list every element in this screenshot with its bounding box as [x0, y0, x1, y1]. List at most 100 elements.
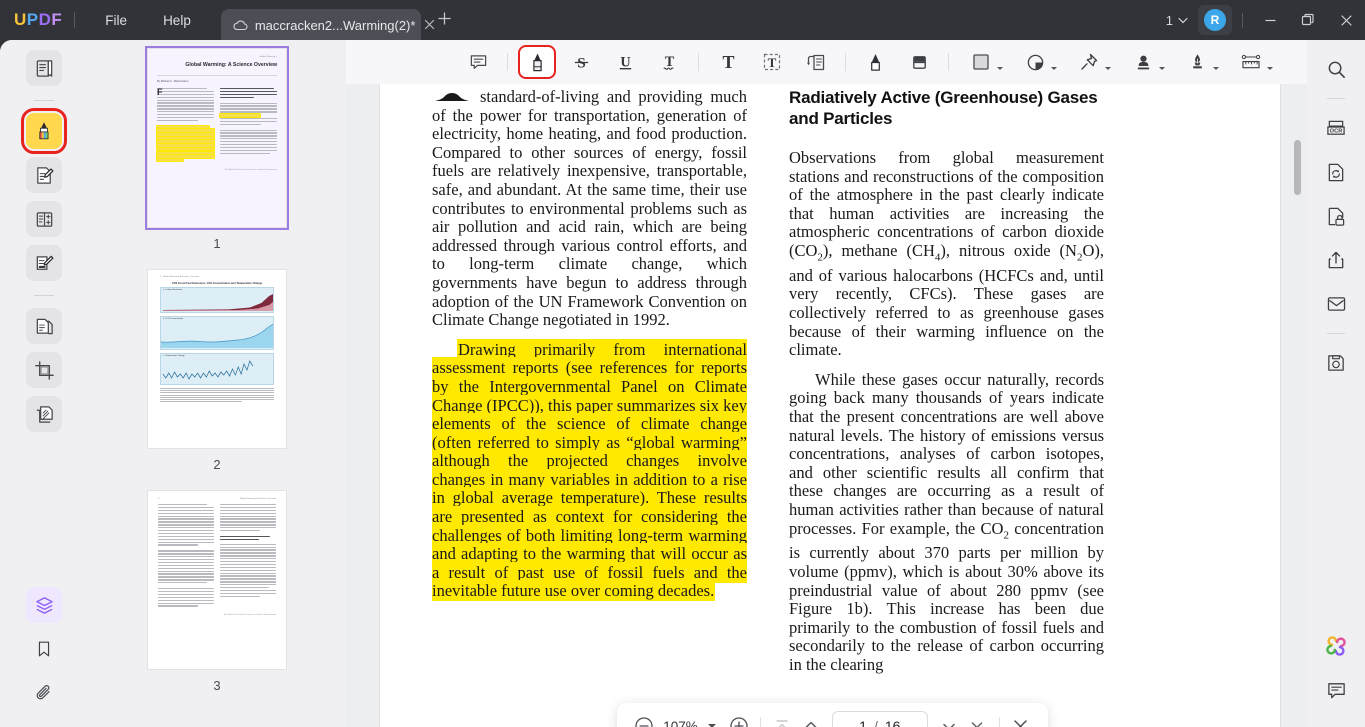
page-number-field[interactable]: 1 / 16: [832, 711, 928, 727]
thumbnail-panel[interactable]: Global Warming 1 Global Warming: A Scien…: [88, 40, 346, 727]
text-tool[interactable]: T: [711, 47, 745, 77]
thumbnail-right-col: [220, 88, 277, 163]
thumbnail-item-3[interactable]: 3Global Warming: A Science Overview: [88, 490, 346, 693]
window-count-value: 1: [1166, 13, 1173, 28]
text-box-tool[interactable]: T: [755, 47, 789, 77]
edit-pdf-button[interactable]: [26, 157, 62, 193]
thumbnail-item-2[interactable]: 2 Global Warming: A Science Overview CO2…: [88, 269, 346, 472]
underline-tool[interactable]: U: [608, 47, 642, 77]
last-page-button[interactable]: [964, 711, 991, 727]
zoom-level-value[interactable]: 107%: [660, 719, 702, 727]
crop-page-button[interactable]: [26, 352, 62, 388]
chevron-down-icon[interactable]: [997, 67, 1003, 70]
minimize-button[interactable]: [1251, 0, 1289, 40]
pin-tool[interactable]: [1069, 47, 1113, 77]
thumbnail-item-1[interactable]: Global Warming 1 Global Warming: A Scien…: [88, 48, 346, 251]
paragraph-3-b: ), methane (CH: [823, 241, 935, 260]
share-button[interactable]: [1319, 243, 1353, 277]
page-separator: /: [874, 718, 878, 727]
pdf-page-1[interactable]: standard-of-living and providing much of…: [380, 84, 1280, 727]
attachments-panel-button[interactable]: [26, 675, 62, 711]
toolbar-divider-2: [698, 53, 699, 71]
page-navigation-toolbar[interactable]: 107% 1 /: [617, 703, 1048, 727]
measure-tool[interactable]: [1231, 47, 1275, 77]
menu-help[interactable]: Help: [145, 0, 209, 40]
window-count-dropdown[interactable]: 1: [1160, 13, 1194, 28]
protect-pdf-button[interactable]: [1319, 199, 1353, 233]
thumb3-left-col: [158, 504, 214, 608]
sticker-pie-icon: [1026, 53, 1045, 72]
menu-file[interactable]: File: [87, 0, 145, 40]
ocr-button[interactable]: OCR: [1319, 111, 1353, 145]
strikethrough-tool[interactable]: S: [564, 47, 598, 77]
eraser-tool[interactable]: [902, 47, 936, 77]
zoom-out-button[interactable]: [631, 711, 658, 727]
organize-pages-button[interactable]: [26, 308, 62, 344]
maximize-button[interactable]: [1289, 0, 1327, 40]
close-icon[interactable]: [422, 17, 437, 33]
zoom-in-button[interactable]: [726, 711, 753, 727]
strikethrough-s-icon: S: [572, 53, 591, 72]
right-rail-bottom: [1319, 629, 1353, 727]
prev-page-button[interactable]: [797, 711, 824, 727]
toolbar-divider-4: [948, 53, 949, 71]
thumbnail-author: By Michael C. MacCracken: [157, 75, 277, 83]
document-viewport[interactable]: standard-of-living and providing much of…: [346, 84, 1307, 727]
fill-sign-button[interactable]: [26, 245, 62, 281]
document-pencil-icon: [34, 165, 55, 186]
thumbnail-page-2[interactable]: 2 Global Warming: A Science Overview CO2…: [147, 269, 287, 449]
chevron-down-icon[interactable]: [1105, 67, 1111, 70]
logo-letter-u: U: [14, 10, 27, 30]
save-button[interactable]: [1319, 346, 1353, 380]
toolbar-divider-1: [507, 53, 508, 71]
avatar-button[interactable]: R: [1198, 5, 1232, 35]
email-button[interactable]: [1319, 287, 1353, 321]
paragraph-1: standard-of-living and providing much of…: [432, 88, 747, 330]
annotate-tool-button[interactable]: [26, 113, 62, 149]
paragraph-3: Observations from global measurement sta…: [789, 149, 1104, 360]
crop-icon: [34, 360, 55, 381]
eraser-icon: [910, 53, 929, 72]
thumbnail-left-col: F: [157, 88, 214, 163]
svg-text:T: T: [768, 55, 777, 70]
pager-divider-1: [760, 717, 761, 727]
avatar: R: [1204, 9, 1226, 31]
close-window-button[interactable]: [1327, 0, 1365, 40]
note-comment-tool[interactable]: [461, 47, 495, 77]
reader-view-button[interactable]: [26, 50, 62, 86]
shapes-tool[interactable]: [961, 47, 1005, 77]
chevron-down-icon[interactable]: [1159, 67, 1165, 70]
chevron-down-icon[interactable]: [1267, 67, 1273, 70]
layers-panel-button[interactable]: [26, 587, 62, 623]
thumbnail-label-2: 2: [213, 457, 220, 472]
vertical-scrollbar[interactable]: [1294, 140, 1301, 195]
convert-pdf-button[interactable]: [1319, 155, 1353, 189]
thumbnail-page-1[interactable]: Global Warming 1 Global Warming: A Scien…: [147, 48, 287, 228]
thumbnail-chart-c: c. Temperature Change: [160, 353, 274, 385]
sticker-tool[interactable]: [1015, 47, 1059, 77]
stamp-tool[interactable]: [1123, 47, 1167, 77]
callout-tool[interactable]: [799, 47, 833, 77]
ai-assistant-button[interactable]: [1319, 629, 1353, 663]
squiggly-underline-tool[interactable]: T: [652, 47, 686, 77]
pencil-tool[interactable]: [858, 47, 892, 77]
first-page-button[interactable]: [769, 711, 796, 727]
svg-text:S: S: [577, 54, 585, 71]
thumbnail-page-3[interactable]: 3Global Warming: A Science Overview: [147, 490, 287, 670]
thumb2-hdr: 2 Global Warming: A Science Overview: [160, 276, 199, 278]
form-fields-button[interactable]: [26, 201, 62, 237]
chevron-down-icon[interactable]: [1051, 67, 1057, 70]
close-pager-button[interactable]: [1008, 711, 1035, 727]
callout-note-icon: [806, 52, 826, 72]
signature-tool[interactable]: [1177, 47, 1221, 77]
search-button[interactable]: [1319, 52, 1353, 86]
last-page-icon: [968, 717, 986, 727]
bookmarks-panel-button[interactable]: [26, 631, 62, 667]
batch-process-button[interactable]: [26, 396, 62, 432]
highlight-tool[interactable]: [520, 47, 554, 77]
document-tab[interactable]: maccracken2...Warming(2)*: [221, 9, 421, 41]
chevron-down-icon[interactable]: [1213, 67, 1219, 70]
comments-panel-button[interactable]: [1319, 673, 1353, 707]
next-page-button[interactable]: [936, 711, 963, 727]
comment-note-icon: [469, 53, 488, 72]
